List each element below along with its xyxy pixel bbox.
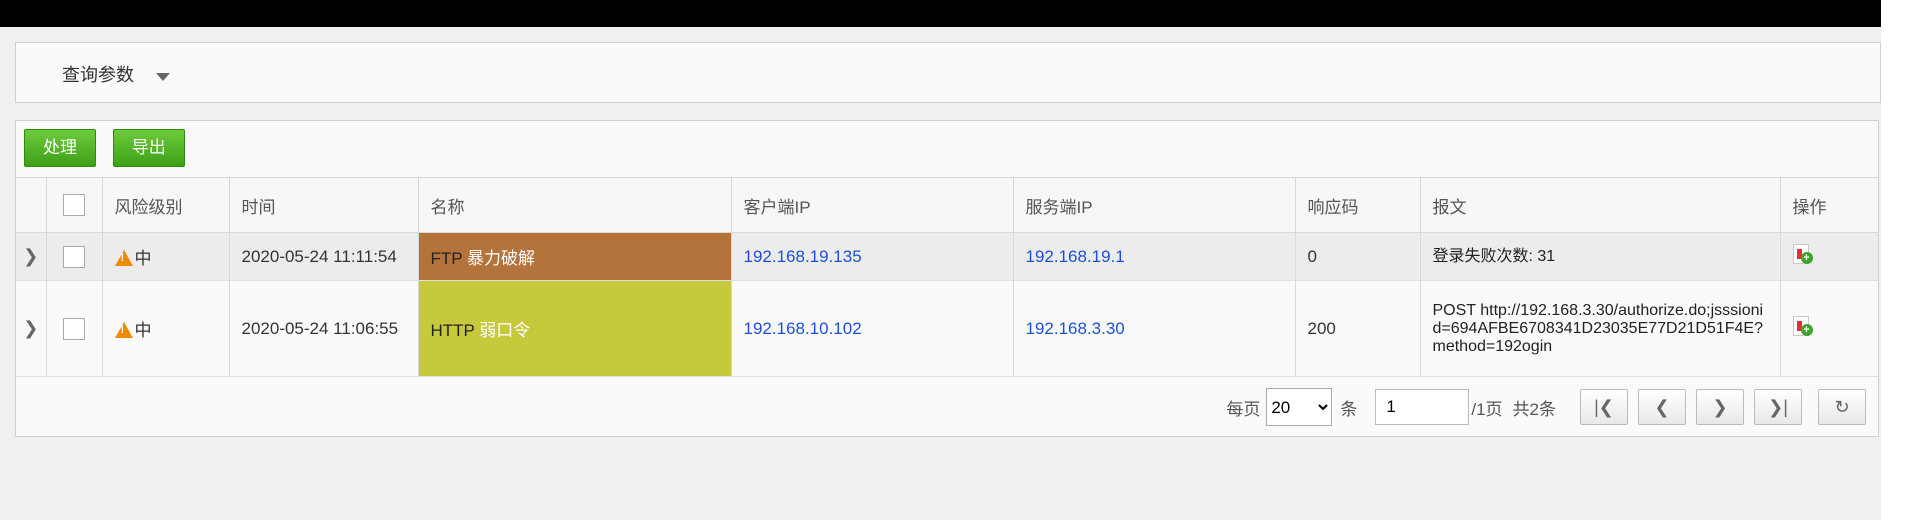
server-ip-link[interactable]: 192.168.19.1 [1026,247,1125,266]
warning-icon [114,250,133,266]
header-name[interactable]: 名称 [418,177,732,233]
row-select[interactable] [46,232,103,281]
report-cell: 登录失败次数: 31 [1420,232,1781,281]
export-button[interactable]: 导出 [112,129,185,167]
client-ip-cell[interactable]: 192.168.19.135 [731,232,1014,281]
expand-row-icon[interactable]: ❯ [16,280,47,377]
table-row[interactable]: ❯ 中 2020-05-24 11:11:54 FTP 暴力破解 192.168… [16,232,1878,281]
header-risk[interactable]: 风险级别 [102,177,230,233]
row-checkbox[interactable] [63,245,85,268]
code-cell: 0 [1295,232,1421,281]
grid-panel: 处理 导出 风险级别 时间 名称 客户端IP 服务端IP 响应码 报文 操作 ❯… [15,120,1879,437]
report-cell: POST http://192.168.3.30/authorize.do;js… [1420,280,1781,377]
last-page-icon: ❯| [1768,396,1788,417]
add-document-icon[interactable] [1792,244,1813,264]
risk-level: 中 [134,321,152,340]
page-input[interactable] [1375,389,1470,425]
chevron-left-icon: ❮ [1654,396,1670,417]
server-ip-cell[interactable]: 192.168.3.30 [1013,280,1296,377]
header-expander [16,177,47,233]
risk-cell: 中 [102,280,230,377]
risk-cell: 中 [102,232,230,281]
right-edge [1881,0,1917,520]
protocol: FTP [430,249,463,268]
next-page-button[interactable]: ❯ [1696,389,1744,425]
client-ip-link[interactable]: 192.168.10.102 [744,319,862,338]
refresh-icon: ↻ [1834,396,1850,417]
client-ip-link[interactable]: 192.168.19.135 [744,247,862,266]
query-panel[interactable]: 查询参数 [15,42,1881,103]
code-cell: 200 [1295,280,1421,377]
warning-icon [114,322,133,338]
unit-label: 条 [1340,399,1358,419]
total-pages-label: /1页 [1471,399,1503,419]
add-document-icon[interactable] [1792,316,1813,336]
action-cell [1780,233,1878,281]
row-checkbox[interactable] [63,317,85,340]
per-page-label: 每页 [1226,399,1261,419]
header-server-ip[interactable]: 服务端IP [1013,177,1296,233]
first-page-icon: |❮ [1594,396,1614,417]
chevron-down-icon[interactable] [156,73,170,81]
attack-name: 暴力破解 [462,249,536,268]
alerts-table: 风险级别 时间 名称 客户端IP 服务端IP 响应码 报文 操作 ❯ 中 202… [16,177,1878,377]
header-time[interactable]: 时间 [229,177,419,233]
name-cell: HTTP 弱口令 [418,280,732,377]
server-ip-cell[interactable]: 192.168.19.1 [1013,232,1296,281]
select-all-checkbox[interactable] [63,194,85,216]
refresh-button[interactable]: ↻ [1818,389,1866,425]
header-report[interactable]: 报文 [1420,177,1781,233]
query-title[interactable]: 查询参数 [62,61,134,87]
chevron-right-icon: ❯ [1712,396,1728,417]
first-page-button[interactable]: |❮ [1580,389,1628,425]
row-select[interactable] [46,280,103,377]
table-row[interactable]: ❯ 中 2020-05-24 11:06:55 HTTP 弱口令 192.168… [16,280,1878,377]
time-cell: 2020-05-24 11:06:55 [229,280,419,377]
per-page-select[interactable]: 20 [1266,388,1333,426]
header-select-all[interactable] [46,177,103,233]
header-actions: 操作 [1792,197,1827,217]
last-page-button[interactable]: ❯| [1754,389,1802,425]
client-ip-cell[interactable]: 192.168.10.102 [731,280,1014,377]
pagination: 每页 20 条 /1页 共2条 |❮ ❮ ❯ ❯| ↻ [1226,388,1866,426]
toolbar: 处理 导出 [24,129,197,167]
protocol: HTTP [430,321,475,340]
time-cell: 2020-05-24 11:11:54 [229,232,419,281]
header-code[interactable]: 响应码 [1295,177,1421,233]
action-cell [1780,281,1878,377]
prev-page-button[interactable]: ❮ [1638,389,1686,425]
attack-name: 弱口令 [474,321,531,340]
process-button[interactable]: 处理 [24,129,96,167]
name-cell: FTP 暴力破解 [418,232,732,281]
total-count-label: 共2条 [1512,399,1556,419]
header-client-ip[interactable]: 客户端IP [731,177,1014,233]
server-ip-link[interactable]: 192.168.3.30 [1026,319,1125,338]
risk-level: 中 [134,249,152,268]
top-bar [0,0,1917,27]
table-header: 风险级别 时间 名称 客户端IP 服务端IP 响应码 报文 操作 [16,177,1878,233]
expand-row-icon[interactable]: ❯ [16,232,47,281]
